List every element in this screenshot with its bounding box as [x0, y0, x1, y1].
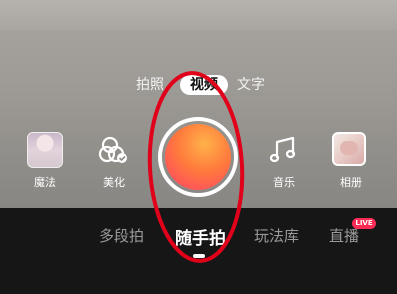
music-button[interactable]: 音乐	[266, 132, 302, 189]
album-button[interactable]: 相册	[332, 132, 370, 189]
capture-mode-selector: 拍照 视频 文字	[0, 72, 397, 98]
mode-photo[interactable]: 拍照	[136, 75, 164, 95]
beauty-icon	[98, 136, 127, 163]
magic-label: 魔法	[34, 176, 56, 189]
camera-preview-top	[0, 0, 397, 30]
music-note-icon	[269, 136, 296, 163]
beauty-label: 美化	[103, 176, 125, 189]
tab-gameplay-library[interactable]: 玩法库	[254, 225, 299, 246]
active-tab-indicator	[193, 254, 205, 258]
mode-video[interactable]: 视频	[180, 75, 228, 95]
tab-casual-shoot[interactable]: 随手拍	[175, 224, 226, 249]
mode-text[interactable]: 文字	[237, 75, 265, 95]
album-label: 相册	[340, 176, 362, 189]
beauty-button[interactable]: 美化	[96, 132, 132, 189]
camera-screen: 拍照 视频 文字 魔法 美化 音乐 相册 多段拍 随手拍 玩法库 直播 LIVE	[0, 0, 397, 294]
shutter-button[interactable]	[165, 124, 231, 190]
magic-effect-thumbnail	[27, 132, 63, 168]
tab-multi-segment[interactable]: 多段拍	[99, 225, 144, 246]
magic-button[interactable]: 魔法	[27, 132, 63, 189]
album-thumbnail	[332, 132, 366, 166]
music-label: 音乐	[273, 176, 295, 189]
bottom-mode-bar: 多段拍 随手拍 玩法库 直播 LIVE	[0, 208, 397, 294]
live-badge: LIVE	[352, 218, 376, 229]
